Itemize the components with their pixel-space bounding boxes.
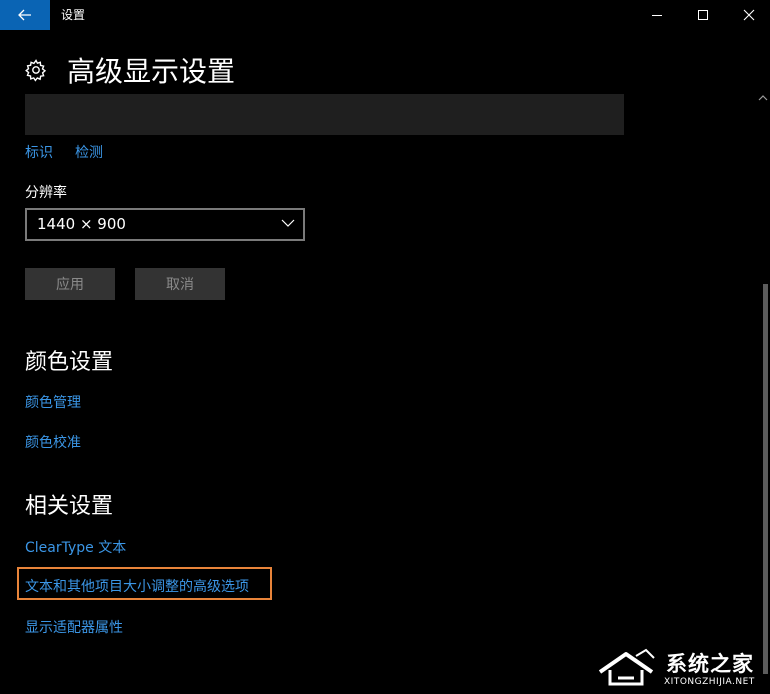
close-button[interactable] [726,0,770,30]
maximize-icon [698,10,708,20]
watermark-subtext: XITONGZHIJIA.NET [664,677,755,687]
resolution-select[interactable]: 1440 × 900 [25,208,305,241]
monitor-preview [25,94,624,135]
page-title: 高级显示设置 [67,55,236,88]
color-management-link[interactable]: 颜色管理 [25,392,81,412]
close-icon [743,9,755,21]
apply-button[interactable]: 应用 [25,268,115,300]
cleartype-link[interactable]: ClearType 文本 [25,537,126,557]
window-title: 设置 [61,8,86,22]
scrollbar-thumb[interactable] [763,284,768,674]
color-calibration-link[interactable]: 颜色校准 [25,432,81,452]
title-bar: 设置 [0,0,770,30]
minimize-icon [652,15,662,16]
house-logo-icon [598,648,655,686]
identify-link[interactable]: 标识 [25,142,53,162]
maximize-button[interactable] [680,0,726,30]
related-settings-title: 相关设置 [25,494,114,519]
arrow-left-icon [18,9,31,21]
cancel-button[interactable]: 取消 [135,268,225,300]
adapter-properties-link[interactable]: 显示适配器属性 [25,617,123,637]
chevron-down-icon [281,219,295,227]
advanced-sizing-link[interactable]: 文本和其他项目大小调整的高级选项 [25,576,249,596]
minimize-button[interactable] [634,0,680,30]
resolution-value: 1440 × 900 [37,215,126,233]
color-settings-title: 颜色设置 [25,350,114,375]
resolution-label: 分辨率 [25,185,67,201]
back-button[interactable] [0,0,50,30]
gear-icon [25,59,47,82]
scroll-up-icon[interactable] [757,92,769,104]
watermark: 系统之家 XITONGZHIJIA.NET [596,640,770,694]
detect-link[interactable]: 检测 [75,142,103,162]
watermark-text: 系统之家 [666,652,754,676]
